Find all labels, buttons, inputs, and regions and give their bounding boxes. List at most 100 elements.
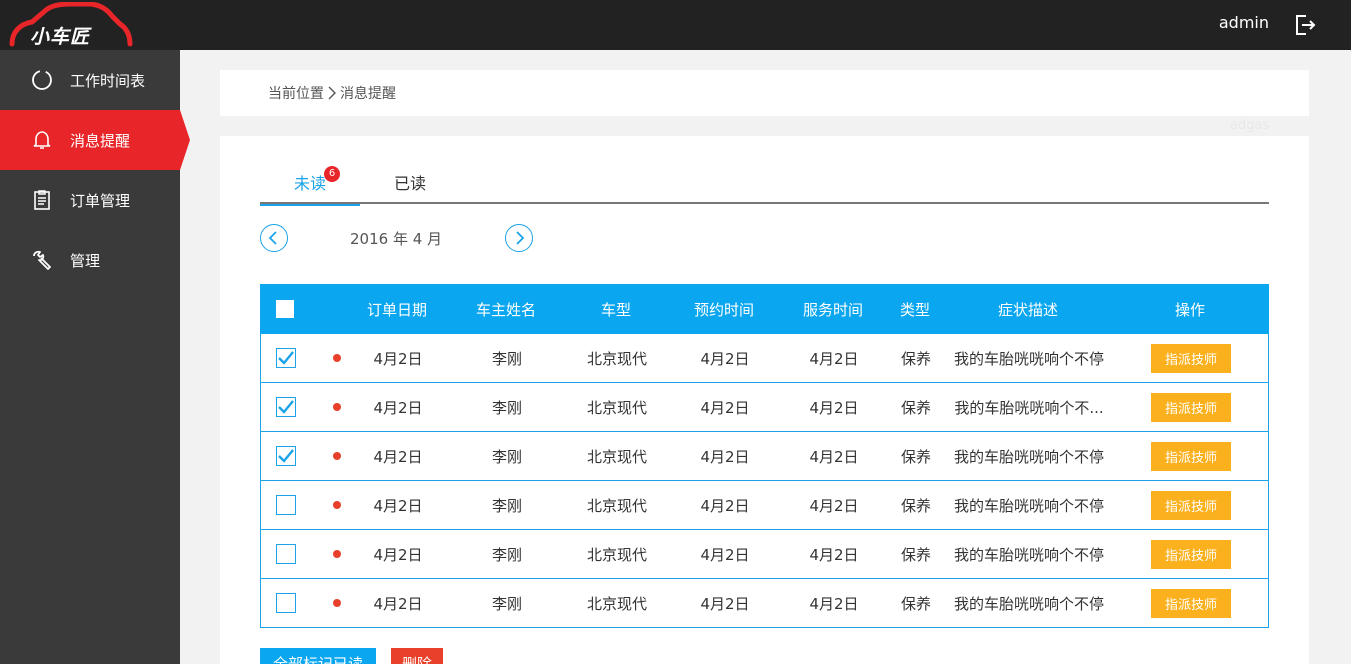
table-row: 4月2日 李刚 北京现代 4月2日 4月2日 保养 我的车胎咣咣响个不停 指派技师 xyxy=(260,432,1269,481)
wrench-icon xyxy=(30,248,54,272)
assign-technician-button[interactable]: 指派技师 xyxy=(1151,539,1231,569)
table-row: 4月2日 李刚 北京现代 4月2日 4月2日 保养 我的车胎咣咣响个不停 指派技师 xyxy=(260,334,1269,383)
cell-type: 保养 xyxy=(900,594,931,613)
cell-type: 保养 xyxy=(900,447,931,466)
row-checkbox[interactable] xyxy=(276,495,296,515)
username: admin xyxy=(1218,13,1269,32)
clock-circle-icon xyxy=(30,68,54,92)
cell-owner-name: 李刚 xyxy=(491,349,522,368)
sidebar-item-label: 订单管理 xyxy=(70,191,131,210)
unread-dot-icon xyxy=(333,354,341,362)
sidebar-item-label: 消息提醒 xyxy=(70,131,131,150)
table-row: 4月2日 李刚 北京现代 4月2日 4月2日 保养 我的车胎咣咣响个不停 指派技师 xyxy=(260,579,1269,628)
sidebar-item-label: 管理 xyxy=(70,251,101,270)
header-owner-name: 车主姓名 xyxy=(475,300,536,319)
cell-car-model: 北京现代 xyxy=(586,349,647,368)
assign-technician-button[interactable]: 指派技师 xyxy=(1151,392,1231,422)
cell-order-date: 4月2日 xyxy=(373,447,423,466)
cell-appointment-time: 4月2日 xyxy=(700,496,750,515)
ghost-text: adgas xyxy=(1230,118,1270,133)
unread-dot-icon xyxy=(333,599,341,607)
assign-technician-button[interactable]: 指派技师 xyxy=(1151,343,1231,373)
chevron-right-icon xyxy=(516,231,525,245)
sidebar-item-manage[interactable]: 管理 xyxy=(0,230,180,290)
sidebar-item-orders[interactable]: 订单管理 xyxy=(0,170,180,230)
cell-owner-name: 李刚 xyxy=(491,447,522,466)
cell-appointment-time: 4月2日 xyxy=(700,594,750,613)
cell-symptom: 我的车胎咣咣响个不停 xyxy=(953,496,1104,515)
cell-car-model: 北京现代 xyxy=(586,447,647,466)
unread-dot-icon xyxy=(333,452,341,460)
cell-car-model: 北京现代 xyxy=(586,398,647,417)
cell-car-model: 北京现代 xyxy=(586,496,647,515)
cell-symptom: 我的车胎咣咣响个不... xyxy=(954,398,1104,417)
cell-service-time: 4月2日 xyxy=(809,496,859,515)
cell-type: 保养 xyxy=(900,398,931,417)
row-checkbox[interactable] xyxy=(276,446,296,466)
cell-order-date: 4月2日 xyxy=(373,349,423,368)
row-checkbox[interactable] xyxy=(276,397,296,417)
cell-order-date: 4月2日 xyxy=(373,398,423,417)
cell-owner-name: 李刚 xyxy=(491,594,522,613)
cell-appointment-time: 4月2日 xyxy=(700,545,750,564)
row-checkbox[interactable] xyxy=(276,544,296,564)
cell-order-date: 4月2日 xyxy=(373,545,423,564)
row-checkbox[interactable] xyxy=(276,348,296,368)
sidebar-item-schedule[interactable]: 工作时间表 xyxy=(0,50,180,110)
breadcrumb-current: 消息提醒 xyxy=(340,86,396,102)
cell-type: 保养 xyxy=(900,349,931,368)
mark-all-read-button[interactable]: 全部标记已读 xyxy=(260,648,376,664)
select-all-checkbox[interactable] xyxy=(276,300,294,318)
tab-read-label: 已读 xyxy=(394,174,427,193)
cell-car-model: 北京现代 xyxy=(586,545,647,564)
row-checkbox[interactable] xyxy=(276,593,296,613)
cell-service-time: 4月2日 xyxy=(809,594,859,613)
breadcrumb-root: 当前位置 xyxy=(268,86,324,102)
cell-service-time: 4月2日 xyxy=(809,398,859,417)
cell-owner-name: 李刚 xyxy=(491,398,522,417)
unread-dot-icon xyxy=(333,550,341,558)
tab-unread[interactable]: 未读 6 xyxy=(260,166,360,206)
cell-symptom: 我的车胎咣咣响个不停 xyxy=(953,447,1104,466)
logo-text: 小车匠 xyxy=(30,26,91,48)
chevron-right-icon xyxy=(327,86,337,100)
top-bar: 小车匠 admin xyxy=(0,0,1351,50)
unread-dot-icon xyxy=(333,501,341,509)
breadcrumb: 当前位置 消息提醒 xyxy=(268,83,396,103)
assign-technician-button[interactable]: 指派技师 xyxy=(1151,490,1231,520)
month-label: 2016 年 4 月 xyxy=(350,230,443,248)
table-row: 4月2日 李刚 北京现代 4月2日 4月2日 保养 我的车胎咣咣响个不停 指派技师 xyxy=(260,481,1269,530)
message-table: 订单日期 车主姓名 车型 预约时间 服务时间 类型 症状描述 操作 4月2日 李刚… xyxy=(260,284,1269,628)
bell-icon xyxy=(30,128,54,152)
assign-technician-button[interactable]: 指派技师 xyxy=(1151,441,1231,471)
cell-order-date: 4月2日 xyxy=(373,496,423,515)
main-panel: 未读 6 已读 2016 年 4 月 订单日期 车主姓名 车型 预约时间 服务时… xyxy=(220,136,1309,664)
cell-appointment-time: 4月2日 xyxy=(700,349,750,368)
cell-car-model: 北京现代 xyxy=(586,594,647,613)
cell-symptom: 我的车胎咣咣响个不停 xyxy=(953,594,1104,613)
header-car-model: 车型 xyxy=(600,300,631,319)
cell-symptom: 我的车胎咣咣响个不停 xyxy=(953,349,1104,368)
table-row: 4月2日 李刚 北京现代 4月2日 4月2日 保养 我的车胎咣咣响个不... 指派技师 xyxy=(260,383,1269,432)
cell-appointment-time: 4月2日 xyxy=(700,398,750,417)
table-row: 4月2日 李刚 北京现代 4月2日 4月2日 保养 我的车胎咣咣响个不停 指派技师 xyxy=(260,530,1269,579)
logout-icon[interactable] xyxy=(1293,13,1317,37)
tab-unread-label: 未读 xyxy=(293,174,326,193)
header-order-date: 订单日期 xyxy=(366,300,427,319)
prev-month-button[interactable] xyxy=(260,224,288,252)
logo[interactable]: 小车匠 xyxy=(8,2,133,48)
cell-service-time: 4月2日 xyxy=(809,545,859,564)
tab-read[interactable]: 已读 xyxy=(394,170,426,194)
header-appointment-time: 预约时间 xyxy=(693,300,754,319)
next-month-button[interactable] xyxy=(505,224,533,252)
sidebar-item-label: 工作时间表 xyxy=(70,71,146,90)
assign-technician-button[interactable]: 指派技师 xyxy=(1151,588,1231,618)
breadcrumb-bar: 当前位置 消息提醒 xyxy=(220,70,1309,116)
clipboard-icon xyxy=(30,188,54,212)
cell-symptom: 我的车胎咣咣响个不停 xyxy=(953,545,1104,564)
cell-type: 保养 xyxy=(900,496,931,515)
table-body: 4月2日 李刚 北京现代 4月2日 4月2日 保养 我的车胎咣咣响个不停 指派技师 4月2日 李刚… xyxy=(260,334,1269,628)
sidebar-item-messages[interactable]: 消息提醒 xyxy=(0,110,190,170)
delete-button[interactable]: 删除 xyxy=(391,648,443,664)
cell-service-time: 4月2日 xyxy=(809,349,859,368)
